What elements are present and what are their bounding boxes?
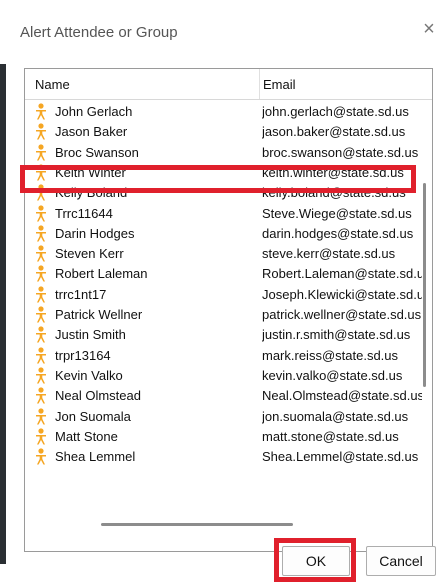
attendee-email: Robert.Laleman@state.sd.us (262, 266, 422, 282)
ok-button-highlight (274, 538, 356, 582)
person-icon (34, 204, 48, 222)
attendee-email: broc.swanson@state.sd.us (262, 144, 419, 160)
list-item[interactable]: Neal Olmstead Neal.Olmstead@state.sd.us (25, 385, 425, 406)
attendee-email: john.gerlach@state.sd.us (262, 104, 409, 119)
person-icon (34, 367, 48, 384)
dialog-title: Alert Attendee or Group (20, 24, 178, 41)
attendee-email: kevin.valko@state.sd.us (262, 367, 403, 383)
attendee-name: Justin Smith (55, 327, 126, 343)
attendee-name: trpr13164 (55, 347, 111, 363)
person-icon (34, 326, 48, 343)
attendee-name: Darin Hodges (55, 225, 135, 241)
attendee-name: Matt Stone (55, 428, 118, 444)
person-icon (34, 245, 48, 262)
list-item[interactable]: trpr13164 mark.reiss@state.sd.us (25, 345, 425, 366)
attendee-email: Shea.Lemmel@state.sd.us (262, 449, 419, 465)
list-item[interactable]: trrc1nt17 Joseph.Klewicki@state.sd.us (25, 284, 425, 305)
person-icon (34, 387, 48, 404)
attendee-name: Broc Swanson (55, 144, 139, 160)
list-item[interactable]: Patrick Wellner patrick.wellner@state.sd.… (25, 304, 425, 325)
cancel-button[interactable]: Cancel (366, 546, 436, 576)
attendee-name: Robert Laleman (55, 266, 148, 282)
list-item[interactable]: John Gerlach john.gerlach@state.sd.us (25, 101, 425, 122)
person-icon (34, 428, 48, 445)
background-edge (0, 64, 6, 564)
attendee-email: mark.reiss@state.sd.us (262, 347, 399, 363)
attendee-name: Neal Olmstead (55, 388, 141, 404)
horizontal-scrollbar-thumb[interactable] (101, 523, 293, 526)
column-divider[interactable] (259, 69, 260, 99)
attendee-email: jason.baker@state.sd.us (262, 124, 406, 140)
column-header-name[interactable]: Name (35, 77, 70, 92)
person-icon (34, 265, 48, 282)
list-item[interactable]: Jason Baker jason.baker@state.sd.us (25, 121, 425, 142)
list-header: Name Email (25, 69, 432, 100)
person-icon (34, 143, 48, 161)
person-icon (34, 286, 48, 303)
person-icon (34, 123, 48, 140)
person-icon (34, 346, 48, 364)
attendee-list[interactable]: Name Email John Gerlach john.gerlach@stat… (24, 68, 433, 552)
attendee-email: steve.kerr@state.sd.us (262, 246, 396, 262)
person-icon (34, 448, 48, 465)
attendee-name: Steven Kerr (55, 246, 124, 262)
attendee-email: Joseph.Klewicki@state.sd.us (262, 286, 422, 302)
list-item[interactable]: Robert Laleman Robert.Laleman@state.sd.us (25, 263, 425, 284)
column-header-email[interactable]: Email (263, 77, 296, 92)
person-icon (34, 407, 48, 425)
list-item[interactable]: Steven Kerr steve.kerr@state.sd.us (25, 243, 425, 264)
title-bar: Alert Attendee or Group × (0, 0, 445, 62)
attendee-email: patrick.wellner@state.sd.us (262, 307, 422, 322)
list-item[interactable]: Trrc11644 Steve.Wiege@state.sd.us (25, 203, 425, 224)
attendee-name: trrc1nt17 (55, 286, 107, 302)
list-item[interactable]: Jon Suomala jon.suomala@state.sd.us (25, 406, 425, 427)
alert-attendee-dialog: Alert Attendee or Group × Name Email Joh… (0, 0, 445, 584)
close-icon[interactable]: × (418, 18, 440, 40)
list-item[interactable]: Shea Lemmel Shea.Lemmel@state.sd.us (25, 446, 425, 467)
attendee-name: Jason Baker (55, 124, 128, 140)
person-icon (34, 225, 48, 242)
attendee-email: jon.suomala@state.sd.us (262, 408, 409, 424)
attendee-email: Neal.Olmstead@state.sd.us (262, 388, 422, 404)
attendee-name: Trrc11644 (55, 205, 113, 221)
attendee-email: Steve.Wiege@state.sd.us (262, 205, 412, 221)
list-item[interactable]: Broc Swanson broc.swanson@state.sd.us (25, 142, 425, 163)
selected-row-highlight (20, 165, 416, 193)
list-item[interactable]: Darin Hodges darin.hodges@state.sd.us (25, 223, 425, 244)
attendee-name: Shea Lemmel (55, 449, 136, 465)
attendee-email: matt.stone@state.sd.us (262, 428, 399, 444)
attendee-name: Jon Suomala (55, 408, 131, 424)
attendee-email: darin.hodges@state.sd.us (262, 225, 414, 241)
list-item[interactable]: Justin Smith justin.r.smith@state.sd.us (25, 324, 425, 345)
person-icon (34, 306, 48, 323)
attendee-email: justin.r.smith@state.sd.us (262, 327, 411, 343)
list-item[interactable]: Matt Stone matt.stone@state.sd.us (25, 426, 425, 447)
attendee-name: John Gerlach (55, 104, 133, 119)
attendee-name: Patrick Wellner (55, 307, 143, 322)
person-icon (34, 103, 48, 120)
vertical-scrollbar-thumb[interactable] (423, 183, 426, 387)
attendee-name: Kevin Valko (55, 367, 123, 383)
list-item[interactable]: Kevin Valko kevin.valko@state.sd.us (25, 365, 425, 386)
